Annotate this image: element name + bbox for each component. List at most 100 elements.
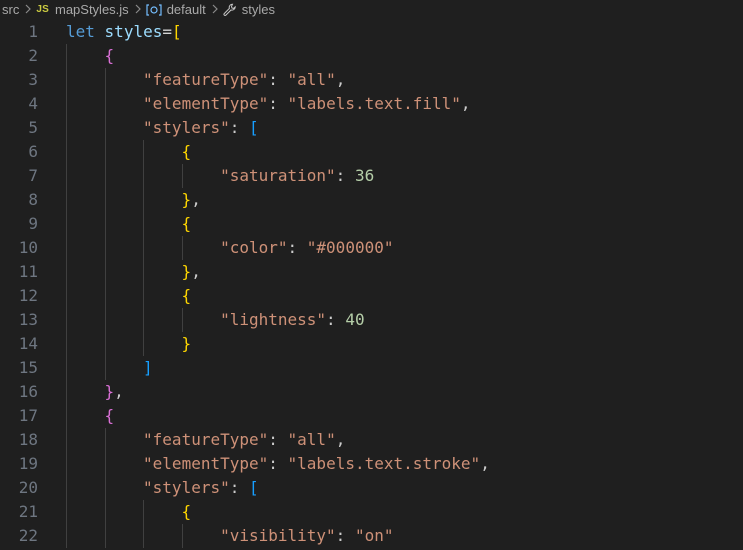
code-token: 40 — [345, 310, 365, 329]
code-token: "stylers" — [143, 478, 230, 497]
code-line[interactable]: 9{ — [0, 212, 743, 236]
code-token: "#000000" — [306, 238, 394, 257]
code-text: let styles=[ — [66, 20, 182, 44]
code-token: , — [191, 262, 201, 281]
code-line[interactable]: 4 "elementType": "labels.text.fill", — [0, 92, 743, 116]
code-text: { — [105, 404, 115, 428]
code-token: : — [268, 94, 288, 113]
breadcrumb-folder-label: src — [2, 2, 20, 17]
code-line[interactable]: 20 "stylers": [ — [0, 476, 743, 500]
breadcrumb-symbol[interactable]: default — [146, 2, 206, 17]
line-number: 11 — [18, 262, 38, 281]
chevron-right-icon — [211, 3, 219, 17]
code-token: : — [268, 430, 288, 449]
breadcrumb-property-label: styles — [241, 2, 275, 17]
code-token: "lightness" — [220, 310, 327, 329]
code-token: 36 — [354, 166, 375, 185]
code-token: "all" — [287, 430, 336, 449]
line-number: 22 — [18, 526, 38, 545]
code-line[interactable]: 10 "color": "#000000" — [0, 236, 743, 260]
code-text: { — [182, 284, 192, 308]
code-token: ] — [143, 358, 153, 377]
code-token: , — [191, 190, 201, 209]
code-line[interactable]: 18 "featureType": "all", — [0, 428, 743, 452]
code-text: ] — [143, 356, 153, 380]
chevron-right-icon — [24, 3, 32, 17]
code-token: "labels.text.stroke" — [287, 454, 481, 473]
code-token: : — [335, 166, 355, 185]
line-number: 7 — [28, 166, 38, 185]
wrench-icon — [223, 3, 237, 17]
code-token: "visibility" — [220, 526, 336, 545]
code-line[interactable]: 6{ — [0, 140, 743, 164]
line-number: 18 — [18, 430, 38, 449]
code-token: , — [335, 70, 346, 89]
breadcrumb-file[interactable]: JS mapStyles.js — [36, 2, 128, 17]
line-number: 4 — [28, 94, 38, 113]
line-number: 19 — [18, 454, 38, 473]
code-line[interactable]: 13 "lightness": 40 — [0, 308, 743, 332]
code-token: : — [287, 238, 307, 257]
code-line[interactable]: 2{ — [0, 44, 743, 68]
breadcrumb-property[interactable]: styles — [223, 2, 275, 17]
symbol-variable-icon — [146, 3, 162, 16]
line-number: 5 — [28, 118, 38, 137]
code-line[interactable]: 19 "elementType": "labels.text.stroke", — [0, 452, 743, 476]
code-line[interactable]: 15] — [0, 356, 743, 380]
code-text: "lightness": 40 — [220, 308, 365, 332]
code-text: "stylers": [ — [143, 476, 259, 500]
code-text: "featureType": "all", — [143, 428, 345, 452]
code-line[interactable]: 21 { — [0, 500, 743, 524]
line-number: 2 — [28, 46, 38, 65]
code-token: "featureType" — [143, 70, 269, 89]
code-token: { — [181, 214, 192, 233]
code-token: : — [268, 454, 288, 473]
code-token: : — [326, 310, 346, 329]
code-token: , — [114, 382, 124, 401]
line-number: 8 — [28, 190, 38, 209]
line-number: 14 — [18, 334, 38, 353]
code-line[interactable]: 12 { — [0, 284, 743, 308]
code-token: } — [104, 382, 115, 401]
code-token: : — [229, 478, 249, 497]
code-line[interactable]: 5 "stylers": [ — [0, 116, 743, 140]
code-token: styles — [104, 22, 163, 41]
code-line[interactable]: 11}, — [0, 260, 743, 284]
code-text: { — [105, 44, 115, 68]
code-text: "saturation": 36 — [220, 164, 374, 188]
code-token: let — [66, 22, 95, 41]
code-token: "color" — [220, 238, 288, 257]
code-token: "featureType" — [143, 430, 269, 449]
code-token: } — [181, 262, 192, 281]
code-text: { — [182, 212, 192, 236]
line-number: 21 — [18, 502, 38, 521]
code-line[interactable]: 1 let styles=[ — [0, 20, 743, 44]
code-token: "all" — [287, 70, 336, 89]
code-text: "elementType": "labels.text.fill", — [143, 92, 471, 116]
code-line[interactable]: 22 "visibility": "on" — [0, 524, 743, 548]
code-token: [ — [249, 478, 259, 497]
code-line[interactable]: 14} — [0, 332, 743, 356]
code-token: "on" — [354, 526, 394, 545]
code-text: "elementType": "labels.text.stroke", — [143, 452, 490, 476]
code-line[interactable]: 16}, — [0, 380, 743, 404]
code-token: , — [460, 94, 471, 113]
code-line[interactable]: 8}, — [0, 188, 743, 212]
code-text: { — [182, 500, 192, 524]
code-token: , — [335, 430, 346, 449]
code-text: }, — [105, 380, 124, 404]
breadcrumb-folder[interactable]: src — [2, 2, 19, 17]
code-line[interactable]: 17 { — [0, 404, 743, 428]
code-text: }, — [182, 260, 201, 284]
code-editor[interactable]: 1 let styles=[2{3 "featureType": "all", 4 "e… — [0, 19, 743, 550]
code-text: } — [182, 332, 192, 356]
code-text: "visibility": "on" — [220, 524, 393, 548]
line-number: 10 — [18, 238, 38, 257]
line-number: 16 — [18, 382, 38, 401]
javascript-file-icon: JS — [36, 4, 49, 15]
code-token: = — [162, 22, 172, 41]
line-number: 20 — [18, 478, 38, 497]
code-line[interactable]: 7 "saturation": 36 — [0, 164, 743, 188]
code-line[interactable]: 3 "featureType": "all", — [0, 68, 743, 92]
